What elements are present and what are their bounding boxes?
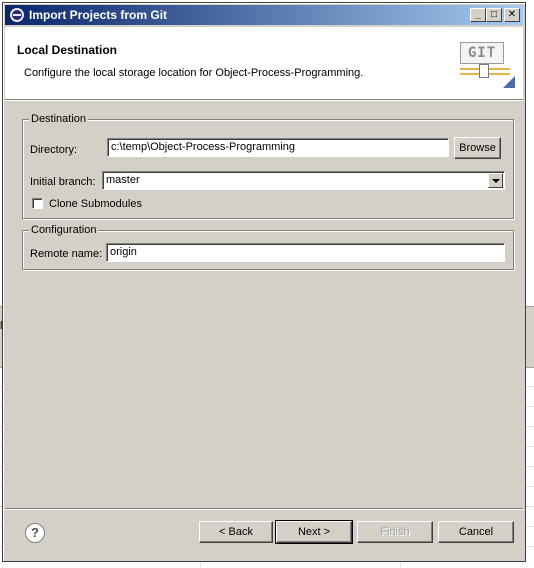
git-logo-node: [479, 64, 489, 78]
eclipse-icon: [10, 8, 24, 22]
configuration-legend: Configuration: [29, 224, 99, 236]
title-bar[interactable]: Import Projects from Git _ □ ✕: [5, 5, 523, 25]
window-title: Import Projects from Git: [29, 8, 168, 22]
close-button[interactable]: ✕: [504, 8, 520, 22]
configuration-group: Configuration Remote name: origin: [22, 224, 514, 270]
page-title: Local Destination: [17, 43, 118, 57]
page-description: Configure the local storage location for…: [24, 67, 364, 79]
initial-branch-value: master: [106, 174, 140, 186]
directory-input[interactable]: c:\temp\Object-Process-Programming: [107, 138, 449, 157]
minimize-button[interactable]: _: [470, 8, 486, 22]
import-dialog: Import Projects from Git _ □ ✕ Local Des…: [2, 2, 526, 562]
git-logo-text: GIT: [460, 42, 504, 64]
destination-group: Destination Directory: c:\temp\Object-Pr…: [22, 113, 514, 219]
next-button[interactable]: Next >: [275, 520, 353, 544]
initial-branch-select[interactable]: master: [102, 171, 505, 190]
clone-submodules-label[interactable]: Clone Submodules: [49, 198, 142, 210]
destination-legend: Destination: [29, 113, 89, 125]
clone-submodules-checkbox[interactable]: [32, 198, 43, 209]
chevron-down-icon[interactable]: [488, 173, 503, 188]
initial-branch-label: Initial branch:: [30, 176, 96, 188]
remote-name-input[interactable]: origin: [106, 243, 505, 262]
cancel-button[interactable]: Cancel: [438, 521, 514, 543]
browse-button[interactable]: Browse: [454, 137, 501, 159]
footer-separator: [5, 508, 523, 509]
directory-label: Directory:: [30, 144, 78, 156]
wizard-banner: Local Destination Configure the local st…: [5, 27, 523, 100]
maximize-button[interactable]: □: [486, 8, 502, 22]
help-icon[interactable]: ?: [25, 523, 45, 543]
remote-name-label: Remote name:: [30, 248, 103, 260]
back-button[interactable]: < Back: [199, 521, 273, 543]
git-logo-arrow: [503, 76, 515, 88]
git-logo-icon: GIT: [457, 34, 517, 90]
finish-button[interactable]: Finish: [357, 521, 433, 543]
